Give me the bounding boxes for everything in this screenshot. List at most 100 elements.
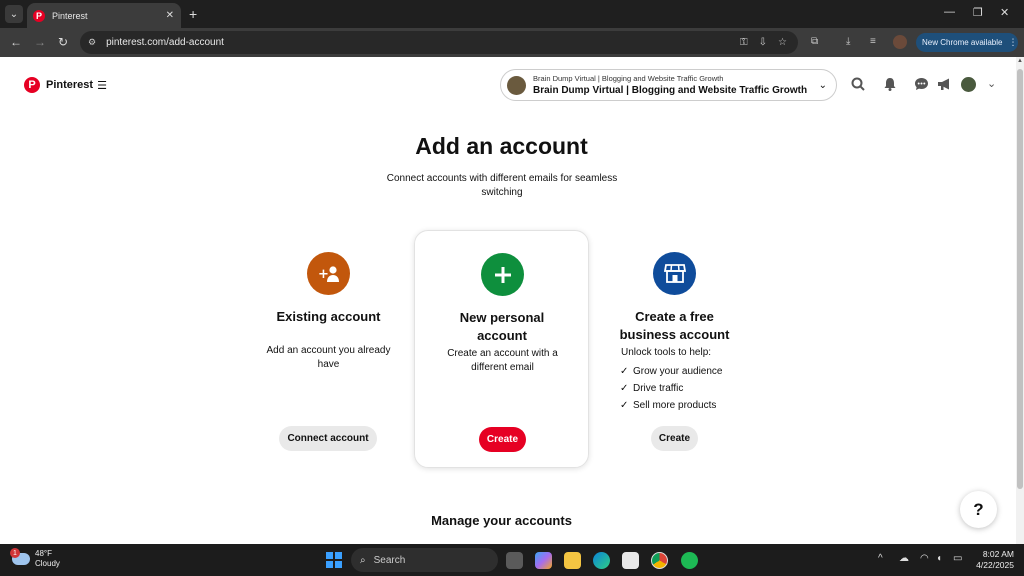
scroll-up-icon[interactable]: ▲: [1017, 58, 1023, 64]
check-icon: ✓: [620, 383, 629, 394]
check-icon: ✓: [620, 400, 629, 411]
more-menu-icon[interactable]: ⋮: [1008, 37, 1017, 48]
list-item: ✓ Drive traffic: [620, 380, 723, 397]
messages-icon[interactable]: [914, 77, 929, 94]
account-name: Brain Dump Virtual | Blogging and Websit…: [533, 85, 808, 96]
microsoft-store-icon[interactable]: [622, 552, 639, 569]
account-avatar: [507, 75, 526, 95]
windows-taskbar: 1 48°F Cloudy ⌕ Search ^ ☁ ◠ ◖ ▭ 8:02 AM…: [0, 544, 1024, 576]
chrome-app-icon[interactable]: [651, 552, 668, 569]
profile-avatar[interactable]: [961, 77, 976, 92]
clock-time: 8:02 AM: [982, 549, 1014, 559]
tab-title: Pinterest: [52, 10, 88, 21]
windows-start-icon[interactable]: [326, 552, 342, 568]
show-hidden-icons-icon[interactable]: ^: [878, 553, 883, 564]
new-chrome-available-button[interactable]: New Chrome available ⋮: [916, 33, 1018, 52]
create-business-account-button[interactable]: Create: [651, 426, 698, 451]
close-tab-icon[interactable]: ✕: [166, 10, 174, 21]
site-info-icon[interactable]: ⚙: [88, 37, 96, 48]
wifi-icon[interactable]: ◠: [920, 553, 929, 564]
system-clock[interactable]: 8:02 AM 4/22/2025: [972, 549, 1014, 571]
business-account-card: Create a free business account Unlock to…: [587, 230, 762, 468]
storefront-icon: [653, 252, 696, 295]
page-subtitle: Connect accounts with different emails f…: [386, 173, 618, 198]
address-bar[interactable]: ⚙ pinterest.com/add-account ⚿ ⇩ ☆: [80, 31, 798, 54]
pinterest-favicon-icon: P: [33, 9, 45, 22]
taskbar-search[interactable]: ⌕ Search: [351, 548, 498, 572]
copilot-icon[interactable]: [535, 552, 552, 569]
search-icon[interactable]: [851, 77, 865, 94]
clock-date: 4/22/2025: [976, 560, 1014, 570]
password-key-icon[interactable]: ⚿: [740, 37, 748, 48]
brand-name: Pinterest: [46, 79, 94, 91]
card-title: New personal account: [459, 310, 545, 343]
plus-icon: [481, 253, 524, 296]
cloud-icon: 1: [10, 548, 30, 565]
add-person-icon: +: [307, 252, 350, 295]
back-icon[interactable]: ←: [10, 35, 22, 49]
card-description: Add an account you already have: [266, 345, 391, 370]
card-description: Create an account with a different email: [447, 348, 558, 373]
volume-icon[interactable]: ◖: [936, 553, 942, 564]
check-icon: ✓: [620, 366, 629, 377]
scrollbar-thumb[interactable]: [1017, 69, 1023, 489]
new-personal-account-card: New personal account Create an account w…: [414, 230, 589, 468]
downloads-icon[interactable]: ⤓: [846, 36, 850, 47]
chrome-profile-avatar[interactable]: [893, 35, 907, 49]
list-item: ✓ Grow your audience: [620, 363, 723, 380]
notifications-bell-icon[interactable]: [883, 77, 897, 94]
browser-tab-strip: ⌄ P Pinterest ✕ + — ❐ ✕: [0, 0, 1024, 28]
account-menu-chevron-icon[interactable]: ⌄: [987, 77, 996, 90]
reading-list-icon[interactable]: ≡: [870, 36, 876, 47]
chevron-down-icon[interactable]: ⌄: [819, 80, 827, 91]
card-title: Existing account: [276, 309, 381, 324]
task-view-icon[interactable]: [506, 552, 523, 569]
new-chrome-label: New Chrome available: [922, 38, 1003, 47]
megaphone-icon[interactable]: [937, 77, 952, 94]
search-icon: ⌕: [360, 554, 366, 566]
reload-icon[interactable]: ↻: [58, 35, 68, 49]
taskbar-search-label: Search: [373, 554, 406, 566]
manage-accounts-heading: Manage your accounts: [431, 513, 572, 528]
account-switcher[interactable]: Brain Dump Virtual | Blogging and Websit…: [500, 69, 837, 101]
weather-widget[interactable]: 1 48°F Cloudy: [10, 548, 60, 569]
browser-toolbar: ← → ↻ ⚙ pinterest.com/add-account ⚿ ⇩ ☆ …: [0, 28, 1024, 57]
help-button[interactable]: ?: [960, 491, 997, 528]
weather-badge: 1: [10, 548, 20, 558]
close-window-icon[interactable]: ✕: [1000, 6, 1009, 19]
minimize-window-icon[interactable]: —: [944, 6, 955, 18]
restore-window-icon[interactable]: ❐: [973, 6, 983, 19]
existing-account-card: + Existing account Add an account you al…: [241, 230, 416, 468]
benefit-label: Drive traffic: [633, 383, 684, 394]
browser-tab[interactable]: P Pinterest ✕: [27, 3, 181, 28]
temperature: 48°F: [35, 549, 52, 558]
card-description: Unlock tools to help:: [621, 347, 712, 358]
url-text[interactable]: pinterest.com/add-account: [106, 37, 740, 48]
page-content: P Pinterest ☰ Brain Dump Virtual | Blogg…: [0, 57, 1016, 544]
tab-search-button[interactable]: ⌄: [5, 5, 23, 23]
spotify-icon[interactable]: [681, 552, 698, 569]
create-personal-account-button[interactable]: Create: [479, 427, 526, 452]
file-explorer-icon[interactable]: [564, 552, 581, 569]
extensions-icon[interactable]: ⧉: [811, 36, 818, 47]
benefits-list: ✓ Grow your audience ✓ Drive traffic ✓ Sell…: [620, 363, 723, 414]
benefit-label: Sell more products: [633, 400, 717, 411]
pinterest-logo-icon: P: [24, 77, 40, 93]
page-scrollbar[interactable]: ▲: [1016, 57, 1024, 544]
pinterest-logo[interactable]: P Pinterest ☰: [24, 77, 107, 93]
list-item: ✓ Sell more products: [620, 397, 723, 414]
hamburger-menu-icon[interactable]: ☰: [97, 79, 107, 92]
benefit-label: Grow your audience: [633, 366, 723, 377]
connect-account-button[interactable]: Connect account: [279, 426, 377, 451]
battery-icon[interactable]: ▭: [953, 553, 962, 564]
weather-condition: Cloudy: [35, 559, 60, 568]
edge-browser-icon[interactable]: [593, 552, 610, 569]
install-app-icon[interactable]: ⇩: [759, 37, 767, 48]
account-name-small: Brain Dump Virtual | Blogging and Websit…: [533, 74, 724, 83]
new-tab-button[interactable]: +: [189, 6, 197, 22]
onedrive-cloud-icon[interactable]: ☁: [899, 553, 909, 564]
page-title: Add an account: [415, 133, 588, 159]
forward-icon[interactable]: →: [34, 35, 46, 49]
bookmark-star-icon[interactable]: ☆: [778, 37, 787, 48]
card-title: Create a free business account: [619, 309, 730, 342]
